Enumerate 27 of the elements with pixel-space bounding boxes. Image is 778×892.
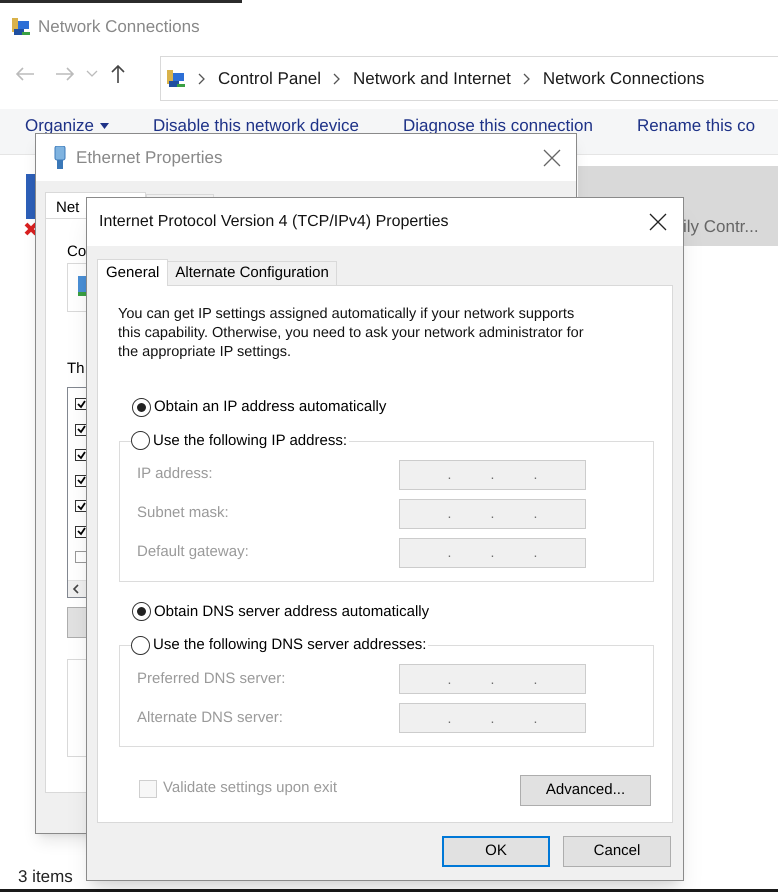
field-label: Preferred DNS server: (136, 668, 286, 689)
dialog-title: Ethernet Properties (76, 146, 222, 169)
separator-dot: . (490, 708, 494, 728)
separator-dot: . (448, 670, 452, 688)
field-label: Default gateway: (136, 542, 250, 562)
separator-dot: . (534, 708, 538, 728)
section-label: Co (67, 242, 86, 262)
separator-dot: . (448, 708, 452, 728)
separator-dot: . (490, 465, 494, 484)
separator-dot: . (448, 543, 452, 562)
separator-dot: . (448, 465, 452, 484)
status-text: 3 items (18, 866, 73, 888)
separator-dot: . (490, 504, 494, 523)
intro-text: You can get IP settings assigned automatically if your network supports this capability. Otherwise, you need to ask your network administrator for the appropriate IP settings. (118, 305, 585, 362)
separator-dot: . (534, 670, 538, 688)
window-title: Network Connections (38, 16, 200, 38)
section-label: Th (67, 359, 85, 379)
field-label: Subnet mask: (136, 503, 230, 524)
separator-dot: . (534, 465, 538, 484)
field-label: Alternate DNS server: (136, 708, 284, 728)
separator-dot: . (448, 504, 452, 523)
separator-dot: . (490, 670, 494, 688)
separator-dot: . (534, 504, 538, 523)
separator-dot: . (534, 543, 538, 562)
item-label: ily Contr... (683, 216, 759, 238)
separator-dot: . (490, 543, 494, 562)
field-label: IP address: (136, 464, 214, 484)
